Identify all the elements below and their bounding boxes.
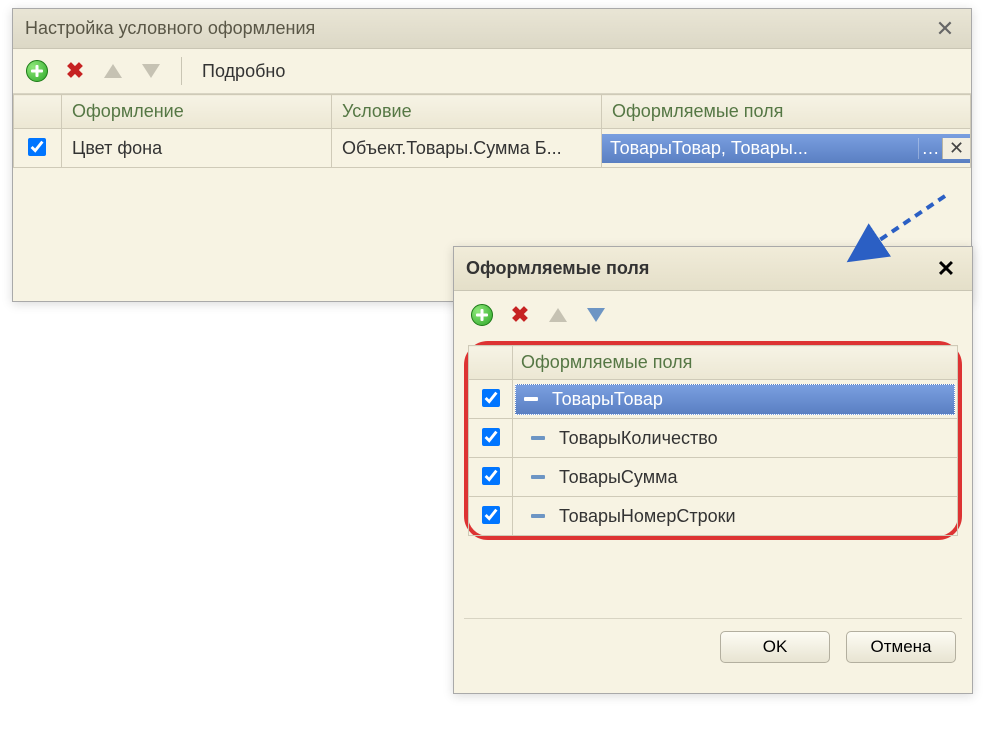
field-icon xyxy=(531,514,545,518)
cell-fields[interactable]: ТоварыТовар, Товары... … ✕ xyxy=(602,129,971,168)
move-up-button[interactable] xyxy=(99,57,127,85)
field-checkbox[interactable] xyxy=(482,467,500,485)
field-label: ТоварыТовар xyxy=(552,389,663,410)
field-label: ТоварыСумма xyxy=(559,467,677,488)
close-icon[interactable]: ✕ xyxy=(931,15,959,43)
list-item[interactable]: ТоварыТовар xyxy=(469,380,958,419)
open-picker-icon[interactable]: … xyxy=(918,138,942,159)
fields-picker-window: Оформляемые поля ✕ ✖ Оформляемые поля xyxy=(453,246,973,694)
main-toolbar: ✖ Подробно xyxy=(13,49,971,94)
col-fields: Оформляемые поля xyxy=(602,95,971,129)
move-down-button[interactable] xyxy=(582,301,610,329)
col-checkbox xyxy=(469,346,513,380)
sub-toolbar: ✖ xyxy=(464,291,962,339)
field-icon xyxy=(531,475,545,479)
table-row[interactable]: Цвет фона Объект.Товары.Сумма Б... Товар… xyxy=(14,129,971,168)
ok-button[interactable]: OK xyxy=(720,631,830,663)
arrow-down-icon xyxy=(587,308,605,322)
field-checkbox[interactable] xyxy=(482,428,500,446)
highlight-box: Оформляемые поля ТоварыТовар xyxy=(464,341,962,540)
add-button[interactable] xyxy=(23,57,51,85)
list-item[interactable]: ТоварыСумма xyxy=(469,458,958,497)
arrow-up-icon xyxy=(104,64,122,78)
plus-icon xyxy=(26,60,48,82)
delete-icon: ✖ xyxy=(66,58,84,84)
separator xyxy=(181,57,182,85)
sub-window-title: Оформляемые поля xyxy=(466,258,649,279)
list-item[interactable]: ТоварыКоличество xyxy=(469,419,958,458)
detail-button[interactable]: Подробно xyxy=(202,61,285,82)
move-up-button[interactable] xyxy=(544,301,572,329)
titlebar: Настройка условного оформления ✕ xyxy=(13,9,971,49)
delete-icon: ✖ xyxy=(511,302,529,328)
list-item[interactable]: ТоварыНомерСтроки xyxy=(469,497,958,536)
fields-value: ТоварыТовар, Товары... xyxy=(602,134,918,163)
col-checkbox xyxy=(14,95,62,129)
fields-table: Оформляемые поля ТоварыТовар xyxy=(468,345,958,536)
cancel-button[interactable]: Отмена xyxy=(846,631,956,663)
clear-icon[interactable]: ✕ xyxy=(942,138,970,159)
field-icon xyxy=(524,397,538,401)
close-icon[interactable]: ✕ xyxy=(932,255,960,283)
col-field-name: Оформляемые поля xyxy=(513,346,958,380)
button-bar: OK Отмена xyxy=(464,618,962,667)
delete-button[interactable]: ✖ xyxy=(61,57,89,85)
cell-condition[interactable]: Объект.Товары.Сумма Б... xyxy=(332,129,602,168)
formatting-table: Оформление Условие Оформляемые поля Цвет… xyxy=(13,94,971,168)
field-label: ТоварыКоличество xyxy=(559,428,718,449)
col-condition: Условие xyxy=(332,95,602,129)
plus-icon xyxy=(471,304,493,326)
arrow-up-icon xyxy=(549,308,567,322)
arrow-down-icon xyxy=(142,64,160,78)
field-label: ТоварыНомерСтроки xyxy=(559,506,736,527)
field-checkbox[interactable] xyxy=(482,506,500,524)
sub-titlebar: Оформляемые поля ✕ xyxy=(454,247,972,291)
field-checkbox[interactable] xyxy=(482,389,500,407)
cell-formatting[interactable]: Цвет фона xyxy=(62,129,332,168)
field-icon xyxy=(531,436,545,440)
row-enabled-checkbox[interactable] xyxy=(28,138,46,156)
delete-button[interactable]: ✖ xyxy=(506,301,534,329)
col-formatting: Оформление xyxy=(62,95,332,129)
move-down-button[interactable] xyxy=(137,57,165,85)
add-button[interactable] xyxy=(468,301,496,329)
window-title: Настройка условного оформления xyxy=(25,18,315,39)
